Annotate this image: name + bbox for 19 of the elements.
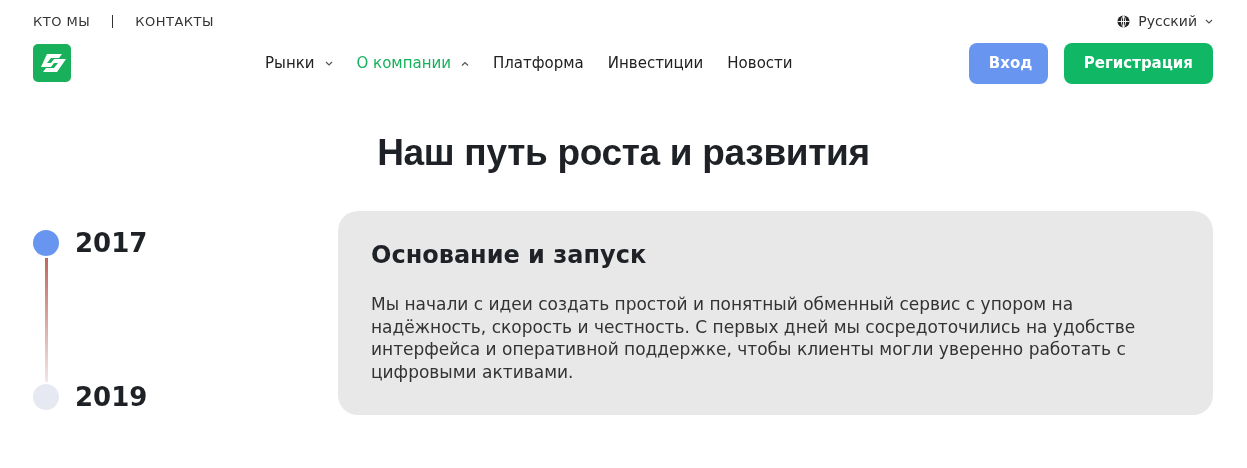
timeline-year[interactable]: 2019 [75,382,148,412]
nav-item[interactable]: Рынки [265,54,333,72]
card-title: Основание и запуск [371,241,648,269]
nav-item[interactable]: Новости [727,54,793,72]
caret-icon [1205,18,1213,24]
nav-item[interactable]: Инвестиции [607,54,704,72]
card-text: Мы начали с идеи создать простой и понятный обменный сервис с упором на надёжность, скорость и честность. С первых дней мы сосредоточились на удобстве интерфейса и оперативной поддержке, чтобы клиенты могли уверенно работать с цифровыми активами. [371,293,1137,383]
top-link[interactable]: КОНТАКТЫ [135,13,214,29]
logo-icon[interactable] [33,44,71,82]
timeline-dot[interactable] [33,384,59,410]
caret-icon [324,60,333,66]
timeline-year[interactable]: 2017 [75,228,148,258]
nav-item[interactable]: Платформа [492,54,584,72]
page-heading: Наш путь роста и развития [376,132,871,174]
top-link[interactable]: КТО МЫ [33,13,91,29]
language-selector[interactable]: Русский [1117,13,1213,29]
globe-icon [1117,14,1131,28]
timeline-dot[interactable] [33,230,59,256]
caret-icon [460,60,469,66]
